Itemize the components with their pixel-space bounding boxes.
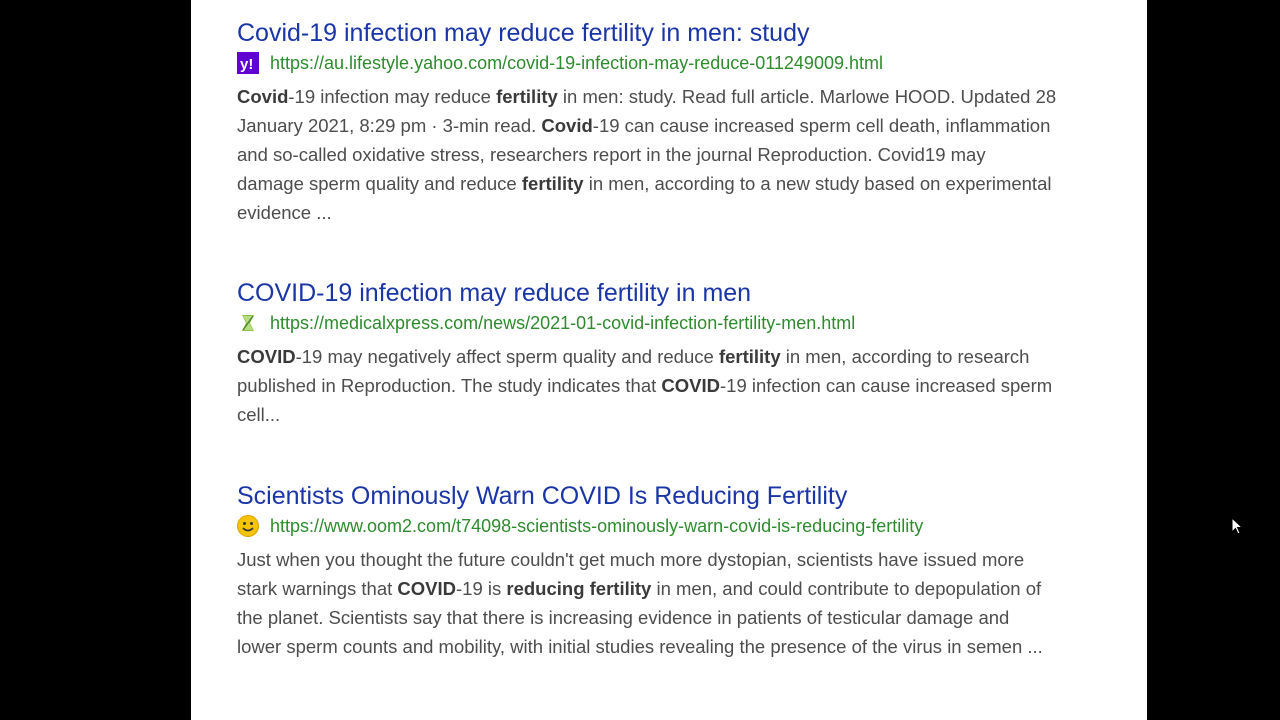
- result-item-1: Covid-19 infection may reduce fertility …: [237, 18, 1057, 227]
- snippet-highlight: COVID: [661, 375, 720, 396]
- result-snippet: COVID-19 may negatively affect sperm qua…: [237, 342, 1057, 429]
- snippet-highlight: COVID: [237, 346, 296, 367]
- snippet-text: -19 may negatively affect sperm quality …: [295, 346, 719, 367]
- result-title-link[interactable]: Covid-19 infection may reduce fertility …: [237, 18, 1057, 48]
- snippet-highlight: COVID: [397, 578, 456, 599]
- smiley-icon: [237, 515, 259, 537]
- snippet-highlight: fertility: [521, 173, 584, 194]
- yahoo-icon: y!: [237, 52, 259, 74]
- result-url-link[interactable]: https://au.lifestyle.yahoo.com/covid-19-…: [270, 53, 883, 74]
- result-snippet: Covid-19 infection may reduce fertility …: [237, 82, 1057, 227]
- result-url-row: https://medicalxpress.com/news/2021-01-c…: [237, 311, 1057, 335]
- result-item-2: COVID-19 infection may reduce fertility …: [237, 278, 1057, 429]
- snippet-highlight: Covid: [541, 115, 593, 136]
- result-url-link[interactable]: https://www.oom2.com/t74098-scientists-o…: [270, 516, 923, 537]
- result-url-row: https://www.oom2.com/t74098-scientists-o…: [237, 514, 1057, 538]
- snippet-highlight: Covid: [237, 86, 289, 107]
- snippet-highlight: fertility: [496, 86, 558, 107]
- result-url-row: y! https://au.lifestyle.yahoo.com/covid-…: [237, 51, 1057, 75]
- medicalxpress-icon: [237, 312, 259, 334]
- snippet-highlight: fertility: [718, 346, 781, 367]
- result-title-link[interactable]: COVID-19 infection may reduce fertility …: [237, 278, 1057, 308]
- svg-text:y!: y!: [240, 56, 253, 73]
- snippet-text: -19 infection may reduce: [288, 86, 497, 107]
- result-snippet: Just when you thought the future couldn'…: [237, 545, 1057, 661]
- result-item-3: Scientists Ominously Warn COVID Is Reduc…: [237, 481, 1057, 661]
- snippet-text: -19 is: [456, 578, 507, 599]
- snippet-highlight: reducing fertility: [506, 578, 652, 599]
- search-results-page: Covid-19 infection may reduce fertility …: [191, 0, 1147, 720]
- mouse-cursor-icon: [1231, 517, 1243, 535]
- result-title-link[interactable]: Scientists Ominously Warn COVID Is Reduc…: [237, 481, 1057, 511]
- result-url-link[interactable]: https://medicalxpress.com/news/2021-01-c…: [270, 313, 855, 334]
